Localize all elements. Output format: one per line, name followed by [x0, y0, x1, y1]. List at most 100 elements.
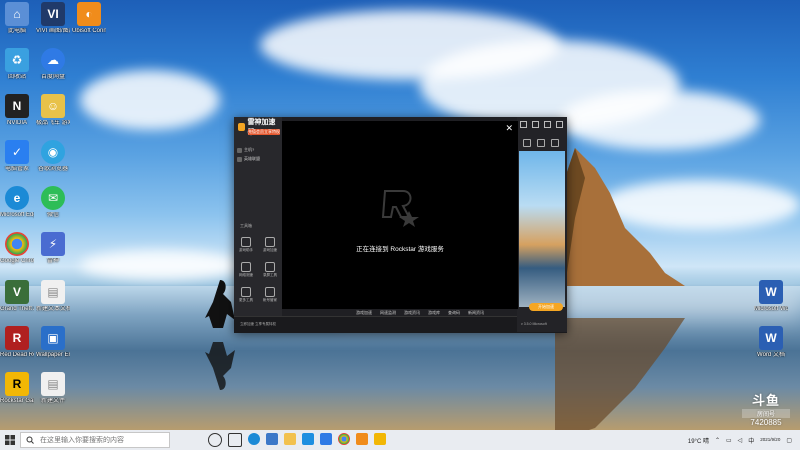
menu-icon[interactable] [551, 139, 559, 147]
folder-icon[interactable] [284, 433, 296, 445]
start-boost-button[interactable]: 开始加速 [529, 303, 563, 311]
chevron-up-icon[interactable]: ⌃ [715, 437, 720, 444]
cortana-icon[interactable] [208, 433, 222, 447]
start-button[interactable] [0, 430, 20, 450]
tool-game-boost[interactable]: 游戏加速 [260, 237, 280, 253]
gta-icon: V [5, 280, 29, 304]
game-list-item[interactable]: 主机? [237, 147, 254, 153]
nvidia-icon: N [5, 94, 29, 118]
tool-screen-record[interactable]: 录屏工具 [260, 262, 280, 278]
desktop-icon-edge[interactable]: eMicrosoft Edge [0, 186, 34, 219]
promo-banner[interactable]: 充值会员立享特权 [248, 129, 280, 135]
mail-icon[interactable] [302, 433, 314, 445]
rockstar-icon: R [5, 372, 29, 396]
taskbar-apps [208, 433, 386, 447]
desktop-icon-game-helper[interactable]: ☺极品飞车 游戏助手 [36, 94, 70, 127]
desktop-icon-chrome[interactable]: Google Chrome [0, 232, 34, 265]
game-icon [237, 156, 242, 162]
netdisk-icon[interactable] [320, 433, 332, 445]
file-icon: ▤ [41, 372, 65, 396]
task-view-icon[interactable] [228, 433, 242, 447]
close-icon[interactable] [556, 121, 563, 128]
bottom-tab[interactable]: 查询码 [448, 310, 460, 316]
notification-icon[interactable]: ▢ [786, 437, 792, 444]
share-icon[interactable] [537, 139, 545, 147]
desktop-icon-nvidia[interactable]: N NVIDIA [0, 94, 34, 127]
cloud [560, 90, 760, 150]
desktop-icon-vivi[interactable]: VIVIVI 画图/图片处理 [36, 2, 70, 35]
cloud [80, 250, 240, 280]
tools-section-label: 工具箱 [240, 223, 252, 228]
tool-icon [241, 287, 251, 297]
bottom-tab[interactable]: 游戏资讯 [404, 310, 420, 316]
rockstar-icon[interactable] [374, 433, 386, 445]
close-icon[interactable]: ✕ [505, 124, 513, 133]
word-icon: W [759, 280, 783, 304]
right-toolbar [523, 139, 559, 147]
desktop-icon-word[interactable]: WMicrosoft Word [754, 280, 788, 313]
bottom-tab[interactable]: 新闻资讯 [468, 310, 484, 316]
tool-icon [265, 237, 275, 247]
cloud-drive-icon: ☁ [41, 48, 65, 72]
desktop-icon-ubisoft[interactable]: ◐Ubisoft Connect [72, 2, 106, 35]
document-icon: ▤ [41, 280, 65, 304]
accelerator-icon[interactable] [356, 433, 368, 445]
search-input[interactable] [38, 435, 162, 445]
word-icon: W [759, 326, 783, 350]
desktop-icon-rockstar[interactable]: RRockstar Games Launcher [0, 372, 34, 405]
ime-indicator[interactable]: 中 [748, 436, 754, 445]
desktop-icon-wechat[interactable]: ✉ 微信 [36, 186, 70, 219]
game-icon [237, 147, 242, 153]
desktop-icon-new-file[interactable]: ▤ 新建文件 [36, 372, 70, 405]
desktop-icon-leishen[interactable]: ⚡ 雷神 [36, 232, 70, 265]
taskbar: 19°C 晴 ⌃ ▭ ◁ 中 2021/9/20 ▢ [0, 430, 800, 450]
rdr2-icon: R [5, 326, 29, 350]
desktop-icon-gta5[interactable]: VGrand Theft Auto V [0, 280, 34, 313]
desktop-icon-text-doc[interactable]: ▤ 新建文本文档 [36, 280, 70, 313]
recycle-bin-icon: ♻ [5, 48, 29, 72]
clock[interactable]: 2021/9/20 [760, 437, 780, 443]
rockstar-connect-dialog[interactable]: ✕ 正在连接到 Rockstar 游戏服务 [282, 121, 518, 309]
settings-icon[interactable] [520, 121, 527, 128]
wechat-icon: ✉ [41, 186, 65, 210]
rockstar-logo-icon [381, 190, 419, 227]
tool-account[interactable]: 帐号管家 [260, 287, 280, 303]
tool-more[interactable]: 更多工具 [236, 287, 256, 303]
bottom-tab[interactable]: 网速监测 [380, 310, 396, 316]
minimize-icon[interactable] [532, 121, 539, 128]
bottom-tabs: 游戏加速 网速监测 游戏资讯 游戏库 查询码 新闻资讯 [356, 310, 484, 316]
computer-icon: ⌂ [5, 2, 29, 26]
desktop-icon-word-doc[interactable]: W Word 文档 [754, 326, 788, 359]
store-icon[interactable] [266, 433, 278, 445]
desktop-icon-this-pc[interactable]: ⌂ 此电脑 [0, 2, 34, 35]
edge-icon[interactable] [248, 433, 260, 445]
maximize-icon[interactable] [544, 121, 551, 128]
volume-icon[interactable]: ◁ [738, 437, 743, 444]
weather[interactable]: 19°C 晴 [688, 436, 709, 445]
chrome-icon[interactable] [338, 433, 350, 445]
desktop-icon-baidu-netdisk[interactable]: ☁ 百度网盘 [36, 48, 70, 81]
game-list-item[interactable]: 英雄联盟 [237, 156, 260, 162]
vivi-icon: VI [41, 2, 65, 26]
bottom-tab[interactable]: 游戏加速 [356, 310, 372, 316]
search-icon [26, 436, 34, 444]
tool-icon [265, 262, 275, 272]
desktop-icon-rdr2[interactable]: RRed Dead Redemption 2 [0, 326, 34, 359]
refresh-icon[interactable] [523, 139, 531, 147]
windows-icon [5, 435, 15, 445]
desktop-icon-chrome-cn[interactable]: ◉ 谷歌浏览器 [36, 140, 70, 173]
douyu-watermark: 斗鱼 房间号 7420885 [742, 390, 790, 427]
network-icon[interactable]: ▭ [726, 437, 732, 444]
taskbar-search[interactable] [20, 432, 170, 448]
tool-icon [241, 262, 251, 272]
wallpaper-engine-icon: ▣ [41, 326, 65, 350]
app-right-panel: 开始加速 v 3.5.0 Microsoft [517, 117, 567, 332]
leishen-icon: ⚡ [41, 232, 65, 256]
desktop-icon-wallpaper-engine[interactable]: ▣Wallpaper Engine [36, 326, 70, 359]
bottom-tab[interactable]: 游戏库 [428, 310, 440, 316]
tool-game-helper[interactable]: 游戏助手 [236, 237, 256, 253]
desktop-icon-pc-manager[interactable]: ✓ 电脑管家 [0, 140, 34, 173]
desktop-icon-recycle-bin[interactable]: ♻ 回收站 [0, 48, 34, 81]
version-text: v 3.5.0 Microsoft [521, 322, 547, 326]
tool-speed-test[interactable]: 网络测速 [236, 262, 256, 278]
